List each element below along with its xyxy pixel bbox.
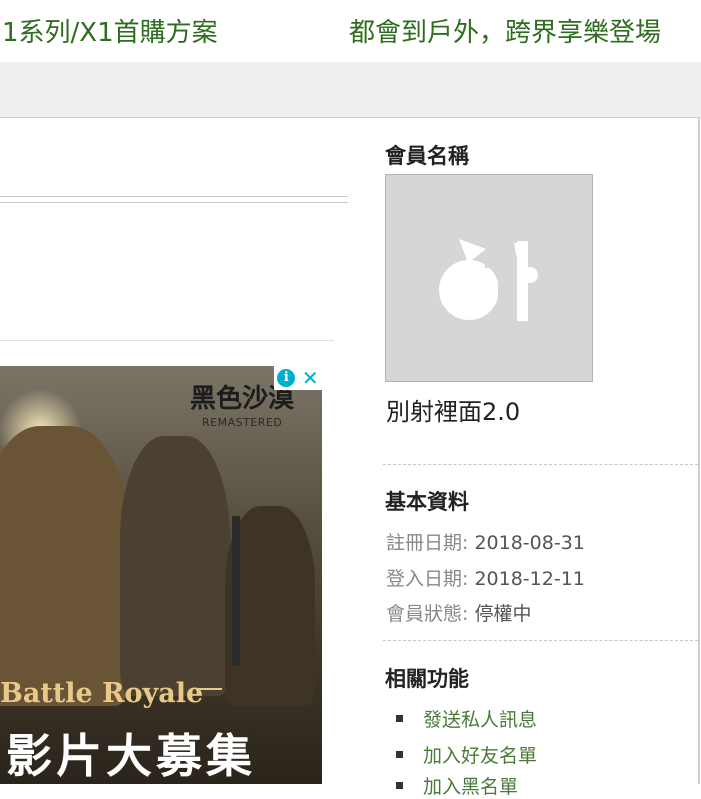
ad-banner[interactable]: 黑色沙漠 REMASTERED i ✕ Battle Royale 影片大募集	[0, 366, 322, 784]
ad-arrow-line	[196, 688, 222, 690]
send-private-message-label: 發送私人訊息	[423, 709, 538, 731]
top-link-x1-plan[interactable]: 1系列/X1首購方案	[2, 12, 218, 49]
ad-sword	[232, 516, 240, 666]
send-private-message-link[interactable]: 發送私人訊息	[396, 705, 537, 732]
thin-divider	[0, 340, 334, 341]
register-date-label: 註冊日期:	[386, 532, 469, 554]
top-link-outdoor[interactable]: 都會到戶外，跨界享樂登場	[349, 12, 661, 49]
add-blacklist-link[interactable]: 加入黑名單	[396, 772, 518, 799]
square-bullet-icon	[396, 782, 403, 789]
ad-headline: 影片大募集	[6, 729, 256, 783]
sidebar-right-border	[698, 117, 700, 784]
top-bar: 1系列/X1首購方案 都會到戶外，跨界享樂登場	[0, 0, 701, 62]
gray-banner-bar	[0, 62, 701, 118]
login-date-value: 2018-12-11	[474, 568, 585, 590]
default-avatar-icon	[439, 239, 538, 321]
member-name: 別射裡面2.0	[386, 398, 521, 426]
member-status-label: 會員狀態:	[386, 603, 469, 625]
ad-choices-badge[interactable]: i ✕	[274, 366, 322, 390]
register-date-value: 2018-08-31	[474, 532, 585, 554]
add-friend-link[interactable]: 加入好友名單	[396, 741, 537, 768]
ad-battle-royale-text: Battle Royale	[0, 678, 204, 709]
ad-remastered-label: REMASTERED	[202, 416, 283, 429]
basic-info-title: 基本資料	[385, 489, 469, 514]
ad-knight-figure	[120, 436, 230, 696]
member-avatar[interactable]	[385, 174, 593, 382]
ad-warrior-figure	[0, 426, 130, 706]
dashed-divider	[383, 640, 698, 641]
register-date: 註冊日期: 2018-08-31	[386, 528, 585, 555]
login-date: 登入日期: 2018-12-11	[386, 564, 585, 591]
add-blacklist-label: 加入黑名單	[423, 776, 519, 798]
add-friend-label: 加入好友名單	[423, 745, 538, 767]
login-date-label: 登入日期:	[386, 568, 469, 590]
functions-title: 相關功能	[385, 666, 469, 691]
dashed-divider	[383, 464, 698, 465]
square-bullet-icon	[396, 751, 403, 758]
content-top-border	[0, 117, 700, 118]
double-divider	[0, 196, 348, 203]
member-status: 會員狀態: 停權中	[386, 599, 531, 626]
close-icon[interactable]: ✕	[302, 368, 319, 388]
info-icon[interactable]: i	[277, 369, 296, 387]
square-bullet-icon	[396, 715, 403, 722]
member-name-title: 會員名稱	[385, 143, 469, 168]
member-status-value: 停權中	[474, 603, 532, 625]
